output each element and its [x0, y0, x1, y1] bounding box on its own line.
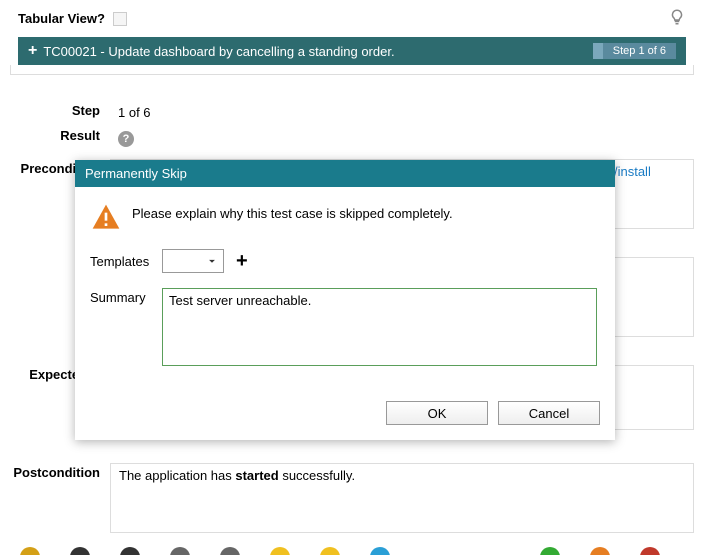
postcondition-value[interactable]: The application has started successfully… [110, 463, 694, 533]
skip-modal: Permanently Skip Please explain why this… [75, 160, 615, 440]
help-icon[interactable]: ? [118, 131, 134, 147]
modal-message-row: Please explain why this test case is ski… [90, 202, 600, 234]
add-template-button[interactable]: + [236, 251, 248, 271]
modal-footer: OK Cancel [75, 391, 615, 440]
templates-label: Templates [90, 254, 150, 269]
step-label: Step [10, 101, 110, 124]
toolbar-icon[interactable] [70, 547, 90, 555]
expand-icon[interactable]: + [28, 43, 37, 59]
modal-title: Permanently Skip [75, 160, 615, 187]
toolbar-icon[interactable] [220, 547, 240, 555]
step-value: 1 of 6 [110, 101, 694, 124]
postcondition-row: Postcondition The application has starte… [10, 459, 694, 537]
test-header-left: + TC00021 - Update dashboard by cancelli… [28, 43, 395, 59]
postcondition-text-bold: started [235, 468, 278, 483]
tabular-view-label: Tabular View? [18, 11, 105, 26]
toolbar-icon[interactable] [170, 547, 190, 555]
toolbar-icon[interactable] [320, 547, 340, 555]
step-row: Step 1 of 6 [10, 97, 694, 128]
warning-icon [90, 202, 122, 234]
cancel-button[interactable]: Cancel [498, 401, 600, 425]
toolbar-icon[interactable] [370, 547, 390, 555]
toolbar-icon[interactable] [270, 547, 290, 555]
chevron-down-icon [205, 254, 219, 268]
modal-message: Please explain why this test case is ski… [132, 202, 453, 221]
step-badge: Step 1 of 6 [593, 43, 676, 59]
result-label: Result [10, 126, 110, 151]
summary-row: Summary [90, 288, 600, 366]
postcondition-text-suffix: successfully. [279, 468, 355, 483]
toolbar-icon[interactable] [120, 547, 140, 555]
ok-button[interactable]: OK [386, 401, 488, 425]
postcondition-label: Postcondition [10, 463, 110, 533]
result-value: ? [110, 126, 694, 151]
toolbar-icon[interactable] [640, 547, 660, 555]
toolbar-icon[interactable] [590, 547, 610, 555]
toolbar-icon[interactable] [540, 547, 560, 555]
top-bar-left: Tabular View? [18, 11, 127, 26]
bottom-toolbar [0, 547, 704, 555]
summary-input[interactable] [162, 288, 597, 366]
top-bar: Tabular View? [0, 0, 704, 37]
result-row: Result ? [10, 122, 694, 155]
summary-label: Summary [90, 288, 150, 305]
modal-body: Please explain why this test case is ski… [75, 187, 615, 391]
test-case-title: TC00021 - Update dashboard by cancelling… [43, 44, 394, 59]
toolbar-icon[interactable] [20, 547, 40, 555]
tabular-view-checkbox[interactable] [113, 12, 127, 26]
spacer [10, 65, 694, 75]
bulb-icon[interactable] [668, 8, 686, 29]
templates-row: Templates + [90, 249, 600, 273]
test-case-header[interactable]: + TC00021 - Update dashboard by cancelli… [18, 37, 686, 65]
postcondition-text-prefix: The application has [119, 468, 235, 483]
templates-select[interactable] [162, 249, 224, 273]
